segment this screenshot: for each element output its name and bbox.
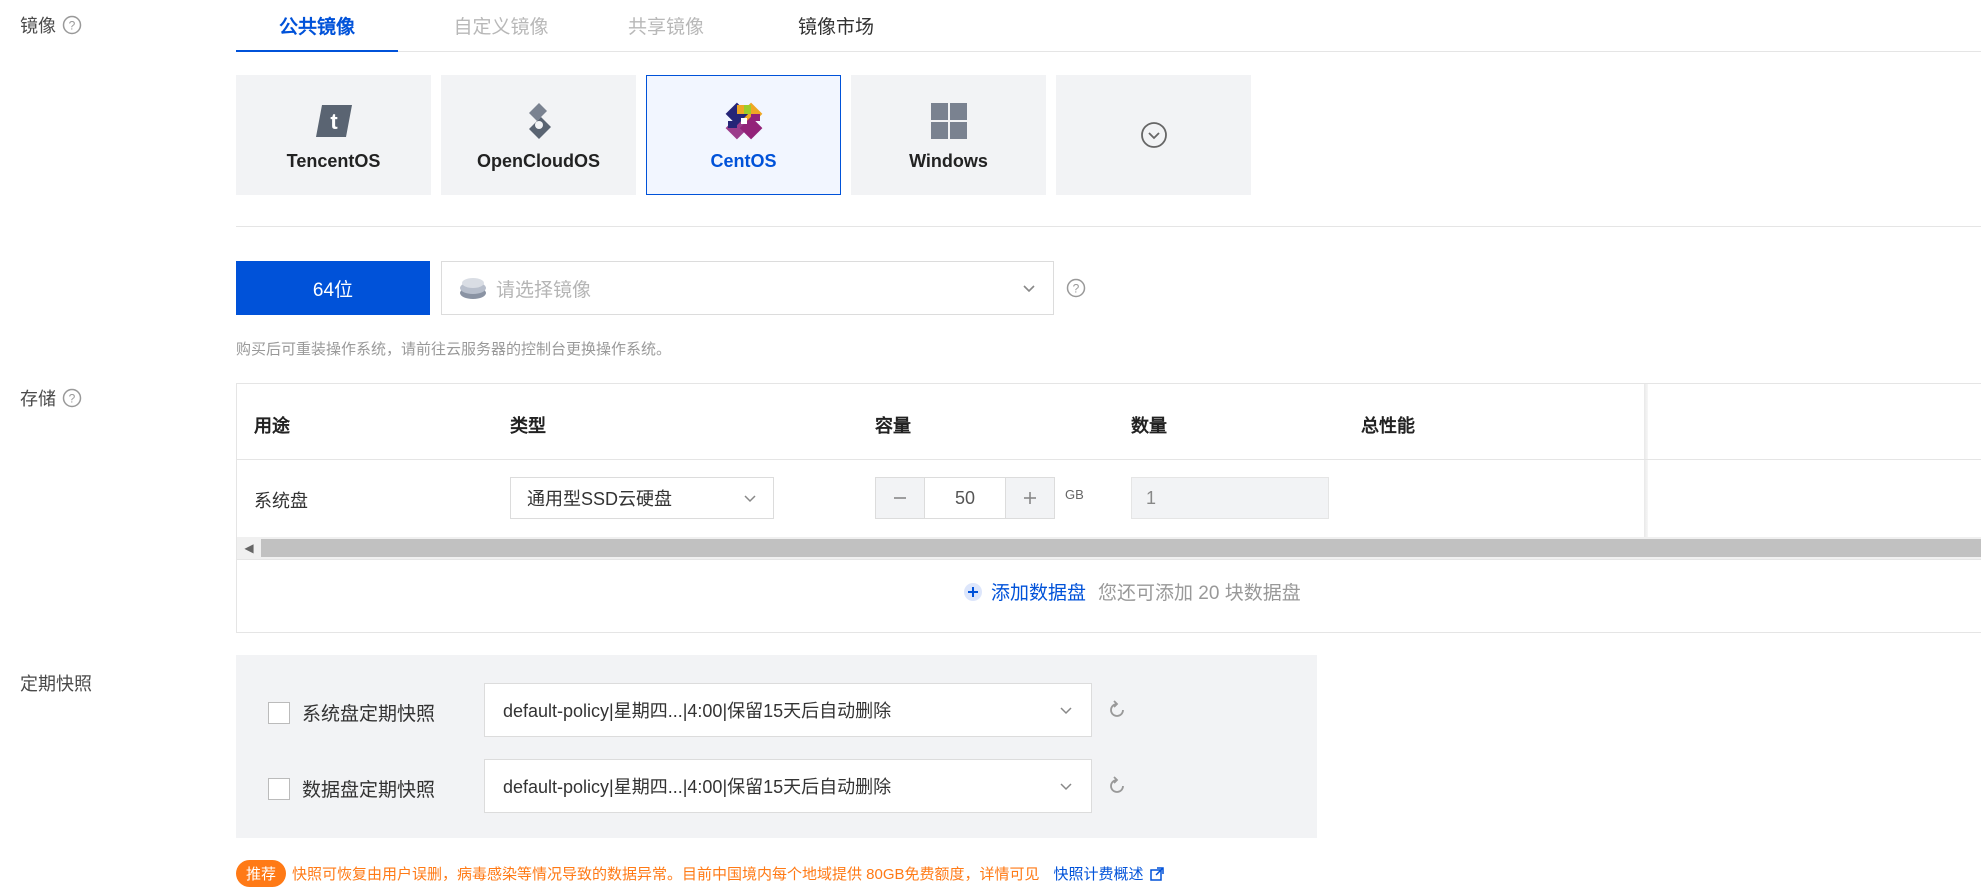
refresh-icon[interactable] (1106, 775, 1128, 797)
data-snapshot-checkbox[interactable] (268, 777, 290, 800)
system-snapshot-label: 系统盘定期快照 (302, 704, 436, 725)
tab-image-market[interactable]: 镜像市场 (776, 12, 896, 52)
chevron-down-icon (1023, 285, 1035, 293)
help-icon[interactable]: ? (62, 15, 82, 35)
svg-text:?: ? (1073, 282, 1080, 296)
image-label-text: 镜像 (20, 16, 56, 36)
column-header-capacity: 容量 (875, 416, 911, 436)
horizontal-scrollbar[interactable]: ◀ (237, 537, 1981, 559)
system-snapshot-row: 系统盘定期快照 (268, 699, 435, 726)
policy-value: default-policy|星期四...|4:00|保留15天后自动删除 (503, 701, 892, 721)
layers-icon (460, 278, 486, 299)
image-tabs: 公共镜像 自定义镜像 共享镜像 镜像市场 (236, 0, 1981, 52)
os-name: CentOS (710, 150, 777, 171)
tab-public-image[interactable]: 公共镜像 (236, 12, 398, 52)
snapshot-panel: 系统盘定期快照 default-policy|星期四...|4:00|保留15天… (236, 655, 1317, 838)
refresh-icon[interactable] (1106, 699, 1128, 721)
chevron-down-icon (744, 495, 756, 503)
add-data-disk-link[interactable]: 添加数据盘 (991, 578, 1086, 605)
increment-button[interactable] (1006, 478, 1054, 518)
plus-circle-icon[interactable] (963, 582, 983, 602)
recommend-text: 快照可恢复由用户误删，病毒感染等情况导致的数据异常。目前中国境内每个地域提供 8… (292, 866, 1040, 883)
system-snapshot-checkbox[interactable] (268, 701, 290, 724)
capacity-input[interactable]: 50 (924, 478, 1006, 518)
image-select-placeholder: 请选择镜像 (496, 279, 592, 301)
storage-table: 用途 类型 容量 数量 总性能 系统盘 通用型SSD云硬盘 50 GB 1 ◀ … (236, 383, 1981, 633)
svg-text:t: t (330, 109, 338, 134)
os-name: OpenCloudOS (477, 150, 600, 171)
os-card-more[interactable] (1056, 75, 1251, 195)
tab-custom-image[interactable]: 自定义镜像 (436, 12, 566, 52)
data-snapshot-policy-select[interactable]: default-policy|星期四...|4:00|保留15天后自动删除 (484, 759, 1092, 813)
capacity-stepper: 50 (875, 477, 1055, 519)
image-hint-text: 购买后可重装操作系统，请前往云服务器的控制台更换操作系统。 (236, 341, 672, 358)
storage-section-label: 存储 ? (20, 385, 82, 411)
column-shadow (1644, 384, 1648, 538)
row-divider (237, 559, 1981, 560)
column-header-quantity: 数量 (1131, 416, 1167, 436)
quantity-field: 1 (1131, 477, 1329, 519)
os-card-windows[interactable]: Windows (851, 75, 1046, 195)
svg-text:?: ? (69, 19, 76, 33)
minus-icon (894, 497, 906, 499)
os-card-tencentos[interactable]: t TencentOS (236, 75, 431, 195)
remaining-disk-hint: 您还可添加 20 块数据盘 (1098, 583, 1301, 604)
architecture-64bit-button[interactable]: 64位 (236, 261, 430, 315)
disk-usage-system: 系统盘 (254, 491, 308, 511)
storage-label-text: 存储 (20, 389, 56, 409)
snapshot-label-text: 定期快照 (20, 674, 92, 694)
policy-value: default-policy|星期四...|4:00|保留15天后自动删除 (503, 777, 892, 797)
chevron-down-circle-icon (1140, 122, 1167, 148)
os-card-centos[interactable]: CentOS (646, 75, 841, 195)
help-icon[interactable]: ? (1066, 278, 1086, 298)
system-snapshot-policy-select[interactable]: default-policy|星期四...|4:00|保留15天后自动删除 (484, 683, 1092, 737)
snapshot-section-label: 定期快照 (20, 670, 92, 696)
chevron-down-icon (1060, 783, 1072, 791)
scrollbar-thumb[interactable] (261, 539, 1981, 557)
disk-type-select[interactable]: 通用型SSD云硬盘 (510, 477, 774, 519)
recommend-badge: 推荐 (236, 860, 287, 887)
image-version-select[interactable]: 请选择镜像 (441, 261, 1054, 315)
column-header-performance: 总性能 (1361, 416, 1415, 436)
row-divider (237, 459, 1981, 460)
tab-shared-image[interactable]: 共享镜像 (606, 12, 726, 52)
svg-text:?: ? (69, 392, 76, 406)
os-name: Windows (909, 150, 988, 171)
os-card-opencloudos[interactable]: OpenCloudOS (441, 75, 636, 195)
external-link-icon[interactable] (1149, 866, 1164, 881)
column-header-type: 类型 (510, 416, 546, 436)
tencentos-logo-icon: t (315, 104, 352, 137)
chevron-down-icon (1060, 707, 1072, 715)
opencloudos-logo-icon (528, 102, 551, 139)
section-divider (236, 226, 1981, 227)
plus-icon (1024, 492, 1036, 504)
help-icon[interactable]: ? (62, 388, 82, 408)
snapshot-recommendation: 推荐 快照可恢复由用户误删，病毒感染等情况导致的数据异常。目前中国境内每个地域提… (236, 860, 1164, 887)
add-data-disk: 添加数据盘 您还可添加 20 块数据盘 (963, 578, 1301, 605)
centos-logo-icon (725, 102, 762, 139)
capacity-unit: GB (1065, 487, 1084, 502)
column-header-usage: 用途 (254, 416, 290, 436)
os-name: TencentOS (286, 150, 381, 171)
windows-logo-icon (930, 102, 967, 139)
snapshot-billing-link[interactable]: 快照计费概述 (1054, 863, 1144, 884)
image-section-label: 镜像 ? (20, 12, 82, 38)
scroll-left-icon[interactable]: ◀ (237, 537, 261, 559)
data-snapshot-row: 数据盘定期快照 (268, 775, 435, 802)
decrement-button[interactable] (876, 478, 924, 518)
disk-type-value: 通用型SSD云硬盘 (527, 489, 673, 509)
data-snapshot-label: 数据盘定期快照 (302, 780, 436, 801)
